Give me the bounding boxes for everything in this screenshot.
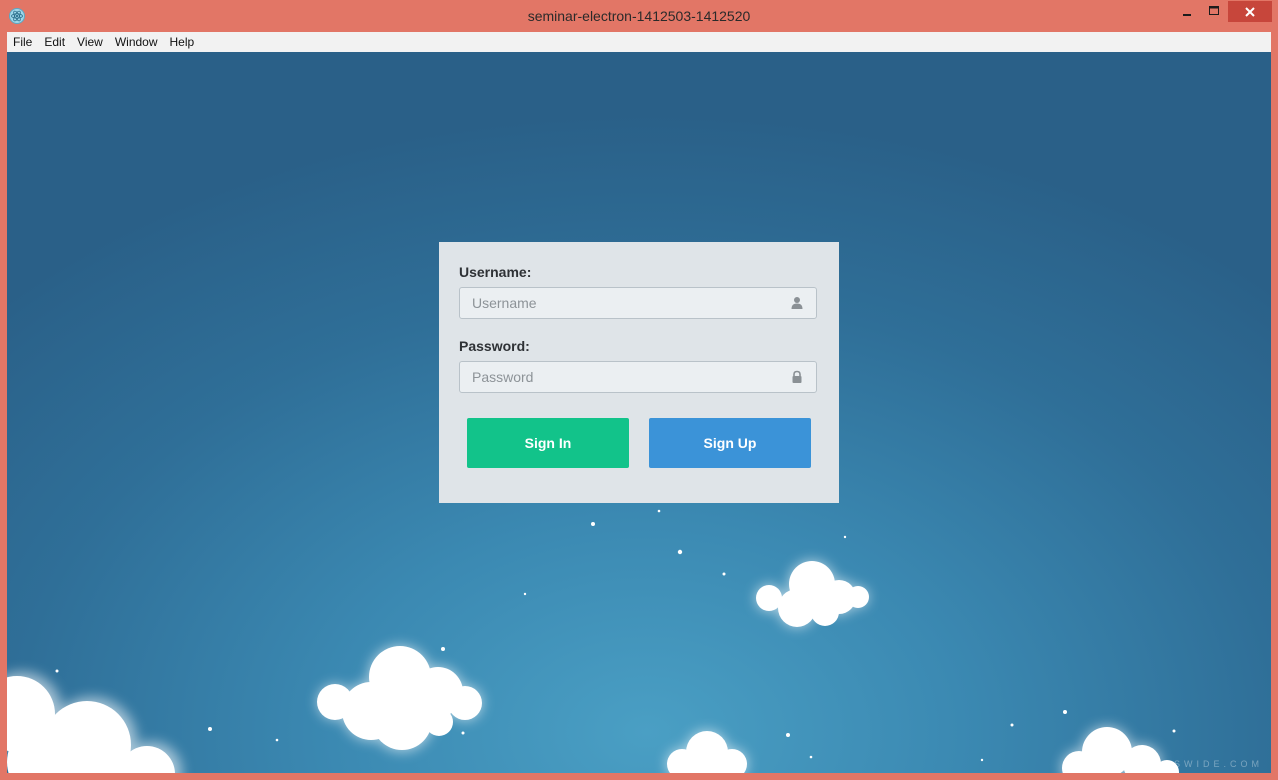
user-icon bbox=[791, 297, 803, 309]
menu-file[interactable]: File bbox=[7, 32, 38, 52]
sign-in-button[interactable]: Sign In bbox=[467, 418, 629, 468]
menu-edit[interactable]: Edit bbox=[38, 32, 71, 52]
username-label: Username: bbox=[459, 264, 532, 280]
password-field-wrapper bbox=[459, 361, 817, 393]
menu-view[interactable]: View bbox=[71, 32, 109, 52]
menu-bar: File Edit View Window Help bbox=[7, 32, 1271, 52]
username-field-wrapper bbox=[459, 287, 817, 319]
maximize-icon bbox=[1209, 6, 1219, 15]
lock-icon bbox=[792, 370, 802, 383]
close-icon bbox=[1245, 6, 1255, 17]
password-input[interactable] bbox=[460, 362, 782, 392]
login-panel: Username: Password: Sign In Sign Up bbox=[439, 242, 839, 503]
menu-window[interactable]: Window bbox=[109, 32, 164, 52]
password-label: Password: bbox=[459, 338, 530, 354]
wallpaper-watermark: WALLPAPERSWIDE.COM bbox=[1083, 759, 1263, 769]
minimize-icon bbox=[1183, 14, 1191, 16]
menu-help[interactable]: Help bbox=[164, 32, 201, 52]
window-title: seminar-electron-1412503-1412520 bbox=[527, 8, 751, 24]
minimize-button[interactable] bbox=[1172, 0, 1202, 22]
sign-up-button[interactable]: Sign Up bbox=[649, 418, 811, 468]
app-content: Username: Password: Sign In Sign Up WALL… bbox=[7, 52, 1271, 773]
close-button[interactable] bbox=[1228, 1, 1272, 22]
maximize-button[interactable] bbox=[1200, 0, 1228, 22]
username-input[interactable] bbox=[460, 288, 782, 318]
title-bar[interactable]: seminar-electron-1412503-1412520 bbox=[0, 0, 1278, 32]
app-window: seminar-electron-1412503-1412520 File Ed… bbox=[0, 0, 1278, 780]
